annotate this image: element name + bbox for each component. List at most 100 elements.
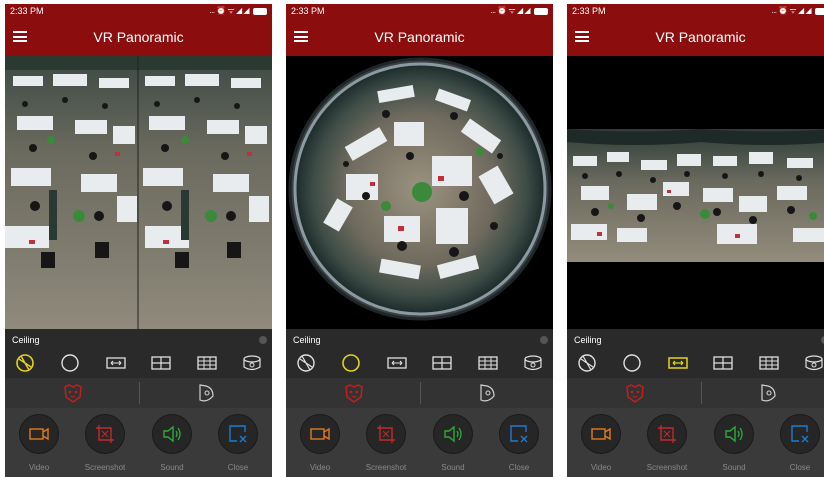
circle-mode-icon	[342, 354, 361, 372]
mode-quad-button[interactable]	[476, 352, 500, 374]
ptz-camera-button[interactable]	[476, 382, 498, 404]
close-button[interactable]	[499, 414, 539, 454]
dual-panorama-image	[5, 56, 272, 329]
status-icons: ... ⏰ ᯤ ◢ ◢	[209, 4, 267, 18]
close-view-icon	[510, 425, 528, 443]
screenshot-icon	[377, 425, 395, 443]
app-title: VR Panoramic	[93, 29, 184, 45]
camera-view-single-panorama[interactable]	[567, 56, 824, 329]
ptz-bear-button[interactable]	[624, 382, 646, 404]
mode-ceiling-button[interactable]	[13, 352, 37, 374]
mode-label: Ceiling	[293, 335, 321, 345]
mode-label: Ceiling	[12, 335, 40, 345]
sound-button[interactable]	[152, 414, 192, 454]
mode-ceiling-button[interactable]	[575, 352, 599, 374]
ptz-camera-button[interactable]	[757, 382, 779, 404]
circle-mode-icon	[623, 354, 642, 372]
mode-split-button[interactable]	[711, 352, 735, 374]
sound-action[interactable]: Sound	[714, 414, 754, 472]
mode-circle-button[interactable]	[339, 352, 363, 374]
sound-button[interactable]	[433, 414, 473, 454]
video-button[interactable]	[19, 414, 59, 454]
mode-quad-button[interactable]	[757, 352, 781, 374]
screenshot-button[interactable]	[85, 414, 125, 454]
quad-view-icon	[758, 356, 779, 370]
close-button[interactable]	[780, 414, 820, 454]
split-view-icon	[151, 356, 171, 370]
close-action[interactable]: Close	[780, 414, 820, 472]
split-view-icon	[713, 356, 733, 370]
mode-split-button[interactable]	[149, 352, 173, 374]
status-bar: 2:33 PM ... ⏰ ᯤ ◢ ◢	[5, 4, 272, 18]
circle-mode-icon	[61, 354, 80, 372]
stretch-mode-icon	[668, 357, 688, 369]
screenshot-action[interactable]: Screenshot	[366, 414, 406, 472]
quad-view-icon	[196, 356, 217, 370]
close-button[interactable]	[218, 414, 258, 454]
camera-view-dual-panorama[interactable]	[5, 56, 272, 329]
ceiling-mode-icon	[297, 354, 315, 372]
ptz-divider	[419, 382, 421, 404]
fisheye-image	[288, 57, 552, 321]
mode-cylinder-button[interactable]	[240, 352, 264, 374]
status-icons-text: ... ⏰ ᯤ ◢ ◢	[209, 6, 249, 15]
dome-camera-icon	[199, 384, 214, 402]
ptz-divider	[700, 382, 702, 404]
close-action[interactable]: Close	[499, 414, 539, 472]
bear-icon	[64, 384, 82, 403]
close-label: Close	[227, 463, 249, 472]
bear-icon	[626, 384, 644, 403]
mode-circle-button[interactable]	[58, 352, 82, 374]
sound-action[interactable]: Sound	[152, 414, 192, 472]
video-button[interactable]	[300, 414, 340, 454]
stretch-mode-icon	[387, 357, 407, 369]
ptz-camera-button[interactable]	[195, 382, 217, 404]
mode-ceiling-button[interactable]	[294, 352, 318, 374]
sound-button[interactable]	[714, 414, 754, 454]
video-action[interactable]: Video	[19, 414, 59, 472]
close-action[interactable]: Close	[218, 414, 258, 472]
mode-indicator-dot	[259, 336, 267, 344]
mode-split-button[interactable]	[430, 352, 454, 374]
mode-cylinder-button[interactable]	[521, 352, 545, 374]
mode-stretch-button[interactable]	[104, 352, 128, 374]
mode-stretch-button[interactable]	[666, 352, 690, 374]
status-icons: ... ⏰ ᯤ ◢ ◢	[490, 4, 548, 18]
status-icons-text: ... ⏰ ᯤ ◢ ◢	[490, 6, 530, 15]
mode-label-row: Ceiling	[5, 333, 272, 347]
view-mode-bar	[5, 350, 272, 376]
view-mode-bar	[567, 350, 824, 376]
speaker-icon	[444, 425, 462, 443]
close-view-icon	[791, 425, 809, 443]
speaker-icon	[725, 425, 743, 443]
video-action[interactable]: Video	[300, 414, 340, 472]
sound-action[interactable]: Sound	[433, 414, 473, 472]
video-button[interactable]	[581, 414, 621, 454]
ceiling-mode-icon	[578, 354, 596, 372]
ptz-row	[5, 378, 272, 408]
dome-camera-icon	[480, 384, 495, 402]
status-icons: ... ⏰ ᯤ ◢ ◢	[771, 4, 824, 18]
app-bar: VR Panoramic	[286, 18, 553, 56]
camera-view-fisheye[interactable]	[286, 56, 553, 329]
battery-icon	[534, 7, 548, 15]
battery-icon	[253, 7, 267, 15]
mode-quad-button[interactable]	[195, 352, 219, 374]
ptz-bear-button[interactable]	[343, 382, 365, 404]
screenshot-action[interactable]: Screenshot	[85, 414, 125, 472]
video-action[interactable]: Video	[581, 414, 621, 472]
mode-label-row: Ceiling	[567, 333, 824, 347]
screenshot-button[interactable]	[647, 414, 687, 454]
ptz-bear-button[interactable]	[62, 382, 84, 404]
screenshot-action[interactable]: Screenshot	[647, 414, 687, 472]
app-title: VR Panoramic	[655, 29, 746, 45]
mode-stretch-button[interactable]	[385, 352, 409, 374]
app-title: VR Panoramic	[374, 29, 465, 45]
mode-cylinder-button[interactable]	[802, 352, 824, 374]
screenshot-button[interactable]	[366, 414, 406, 454]
phone-screen-2: 2:33 PM ... ⏰ ᯤ ◢ ◢ VR Panoramic Ceiling…	[286, 4, 553, 477]
mode-circle-button[interactable]	[620, 352, 644, 374]
video-camera-icon	[310, 427, 330, 441]
cylinder-mode-icon	[524, 355, 542, 371]
single-panorama-image	[567, 129, 824, 262]
